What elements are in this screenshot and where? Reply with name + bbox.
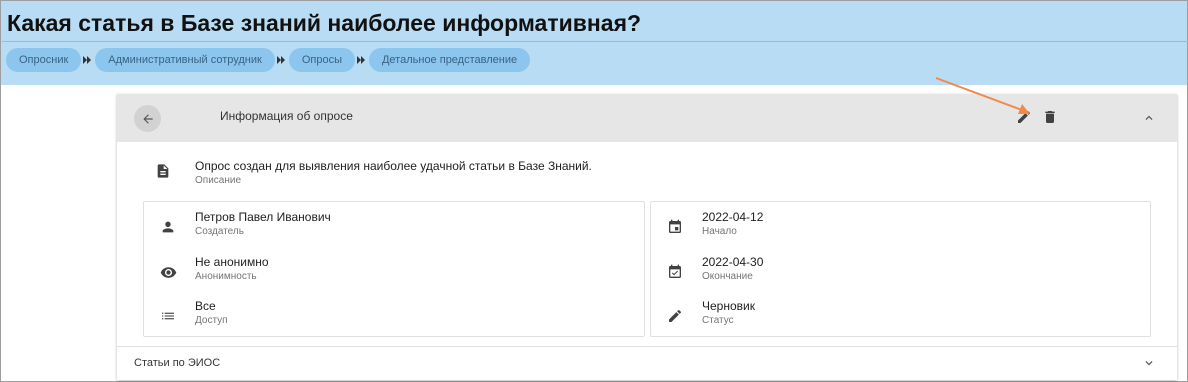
card-header: Информация об опросе	[117, 94, 1177, 142]
end-date-value: 2022-04-30	[702, 255, 764, 269]
breadcrumb-item-surveys[interactable]: Опросы	[288, 48, 355, 72]
breadcrumb-item-detail-view[interactable]: Детальное представление	[368, 48, 531, 72]
status-label: Статус	[702, 315, 734, 326]
creator-value: Петров Павел Иванович	[195, 210, 331, 224]
delete-button[interactable]	[1040, 107, 1060, 127]
arrow-left-icon	[142, 113, 153, 124]
start-date-row: 2022-04-12 Начало	[651, 209, 1150, 245]
end-date-label: Окончание	[702, 271, 753, 282]
end-date-row: 2022-04-30 Окончание	[651, 254, 1150, 290]
breadcrumb-separator-icon	[275, 48, 289, 72]
survey-info-card: Информация об опросе Опрос создан для вы…	[117, 94, 1177, 380]
access-value: Все	[195, 299, 216, 313]
person-icon	[158, 217, 178, 237]
anonymity-value: Не анонимно	[195, 255, 269, 269]
articles-section-header[interactable]: Статьи по ЭИОС	[117, 346, 1177, 381]
anonymity-row: Не анонимно Анонимность	[144, 254, 644, 290]
start-date-value: 2022-04-12	[702, 210, 764, 224]
pencil-icon	[1018, 110, 1031, 123]
access-row: Все Доступ	[144, 298, 644, 334]
description-value: Опрос создан для выявления наиболее удач…	[195, 159, 592, 173]
pencil-icon	[665, 306, 685, 326]
page-header: Какая статья в Базе знаний наиболее инфо…	[1, 1, 1188, 85]
header-divider	[2, 41, 1188, 42]
anonymity-label: Анонимность	[195, 271, 257, 282]
trash-icon	[1045, 111, 1055, 123]
card-title: Информация об опросе	[220, 109, 353, 123]
collapse-button[interactable]	[1139, 108, 1159, 128]
creator-row: Петров Павел Иванович Создатель	[144, 209, 644, 245]
calendar-check-icon	[665, 262, 685, 282]
breadcrumb: Опросник Административный сотрудник Опро…	[6, 48, 531, 72]
back-button[interactable]	[134, 105, 161, 132]
articles-section-title: Статьи по ЭИОС	[134, 357, 221, 369]
breadcrumb-separator-icon	[355, 48, 369, 72]
description-label: Описание	[195, 175, 242, 186]
start-date-label: Начало	[702, 226, 737, 237]
creator-label: Создатель	[195, 226, 244, 237]
list-icon	[158, 306, 178, 326]
chevron-up-icon	[1145, 115, 1153, 120]
survey-details-panel-left: Петров Павел Иванович Создатель Не анони…	[143, 201, 645, 337]
eye-icon	[158, 262, 178, 282]
chevron-down-icon	[1145, 361, 1153, 366]
page-title: Какая статья в Базе знаний наиболее инфо…	[7, 10, 642, 36]
breadcrumb-item-admin-employee[interactable]: Административный сотрудник	[95, 48, 275, 72]
breadcrumb-item-questionnaire[interactable]: Опросник	[6, 48, 82, 72]
status-value: Черновик	[702, 299, 755, 313]
description-icon	[155, 162, 171, 185]
access-label: Доступ	[195, 315, 228, 326]
expand-button[interactable]	[1139, 353, 1159, 373]
survey-details-panel-right: 2022-04-12 Начало 2022-04-30 Окончание Ч…	[650, 201, 1151, 337]
edit-button[interactable]	[1014, 107, 1034, 127]
breadcrumb-separator-icon	[81, 48, 95, 72]
calendar-icon	[665, 217, 685, 237]
status-row: Черновик Статус	[651, 298, 1150, 334]
